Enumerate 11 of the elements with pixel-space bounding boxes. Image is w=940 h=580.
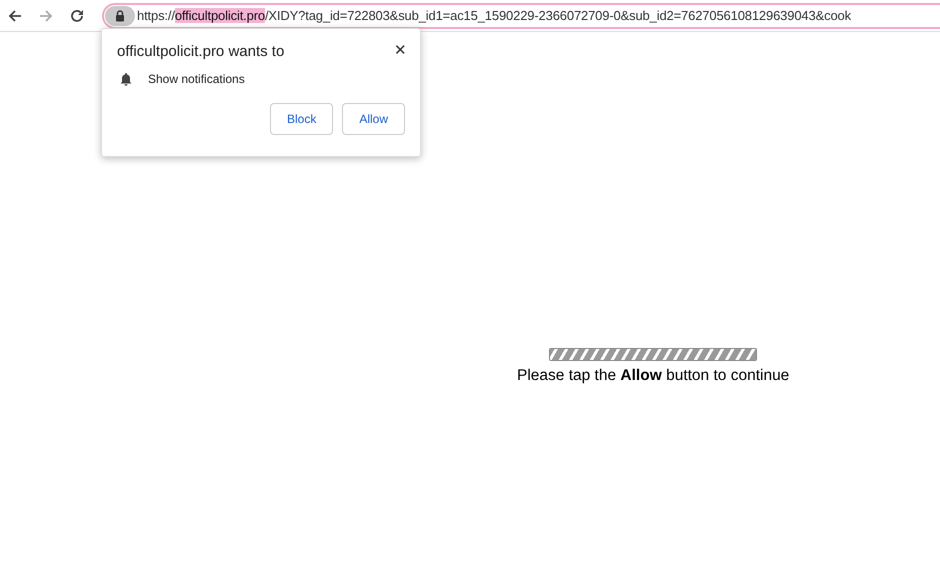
permission-request: Show notifications	[148, 72, 245, 86]
popup-title: officultpolicit.pro wants to	[117, 43, 284, 60]
reload-icon[interactable]	[69, 8, 85, 24]
bell-icon	[120, 72, 132, 86]
lock-icon[interactable]	[105, 6, 135, 26]
url-text: https://officultpolicit.pro/XIDY?tag_id=722803&sub_id1=ac15_1590229-2366072709-0&sub_id2=7627056108129639043&cook	[137, 8, 851, 23]
close-button[interactable]: ✕	[394, 41, 407, 59]
back-icon[interactable]	[7, 8, 23, 24]
instruction-text: Please tap the Allow button to continue	[517, 367, 790, 385]
popup-button[interactable]: Block	[270, 103, 334, 135]
popup-button[interactable]: Allow	[342, 103, 405, 135]
